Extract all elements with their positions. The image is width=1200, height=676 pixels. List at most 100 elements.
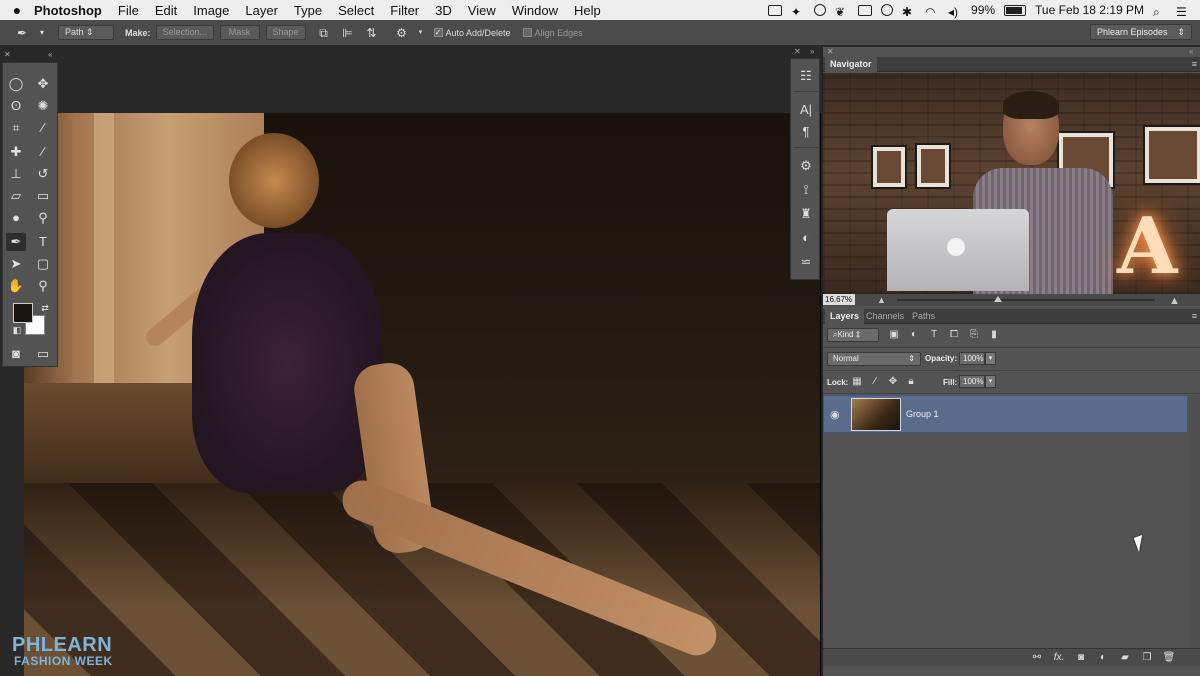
tab-channels[interactable]: Channels [861,309,909,324]
bluetooth-icon[interactable]: ✱ [902,5,916,19]
new-layer-icon[interactable]: ❐ [1139,651,1155,665]
preset-dropdown-icon[interactable]: ▾ [38,26,46,40]
make-shape-button[interactable]: Shape [265,25,306,40]
tab-navigator[interactable]: Navigator [825,57,877,72]
make-selection-button[interactable]: Selection... [155,25,214,40]
character-panel-icon[interactable]: A| [796,101,816,119]
layer-visibility-eye-icon[interactable]: ◉ [830,408,840,421]
eraser-tool-icon[interactable]: ▱ [6,187,26,205]
zoom-percent-field[interactable]: 16.67% [823,294,855,305]
menu-file[interactable]: File [118,3,139,18]
marquee-tool-icon[interactable]: ◯ [6,75,26,93]
layer-row[interactable]: ◉ Group 1 [823,395,1188,433]
layers-scrollbar[interactable] [1189,395,1200,648]
time-machine-icon[interactable] [881,4,894,16]
opacity-dropdown-icon[interactable]: ▾ [985,352,996,365]
gradient-tool-icon[interactable]: ▭ [33,187,53,205]
clock[interactable]: Tue Feb 18 2:19 PM [1035,3,1144,17]
panels-collapse-icon[interactable]: « [1189,47,1193,57]
tab-layers[interactable]: Layers [825,309,865,324]
navigator-preview[interactable]: A [823,73,1200,294]
spotlight-icon[interactable]: ⌕ [1153,5,1167,19]
filter-shape-icon[interactable]: ⧠ [947,328,961,342]
filter-toggle-icon[interactable]: ▮ [987,328,1001,342]
volume-icon[interactable]: ◂) [948,5,962,19]
swap-colors-icon[interactable]: ⇄ [35,299,55,317]
lock-transparent-icon[interactable]: ▦ [850,375,864,389]
auto-add-delete-checkbox[interactable]: ✓ [433,28,443,37]
lasso-tool-icon[interactable]: ʘ [6,97,26,115]
layer-name[interactable]: Group 1 [906,409,939,419]
menu-window[interactable]: Window [512,3,558,18]
type-tool-icon[interactable]: T [33,233,53,251]
filter-type-icon[interactable]: T [927,328,941,342]
quick-mask-icon[interactable]: ◙ [6,345,26,363]
clone-source-icon[interactable]: ♜ [796,205,816,223]
add-mask-icon[interactable]: ◙ [1073,651,1089,665]
new-group-icon[interactable]: ▰ [1117,651,1133,665]
lock-pixels-icon[interactable]: ∕ [868,375,882,389]
tab-paths[interactable]: Paths [907,309,940,324]
layer-thumbnail[interactable] [851,398,901,431]
dropbox-icon[interactable]: ✦ [791,5,805,19]
creative-cloud-icon[interactable] [814,4,827,16]
pen-tool-preset-icon[interactable]: ✒ [14,26,30,40]
menu-image[interactable]: Image [193,3,229,18]
facetime-icon[interactable] [768,4,783,16]
adjustments-panel-icon[interactable]: ◐ [796,229,816,247]
layer-style-fx-icon[interactable]: fx. [1051,651,1067,665]
app-menu[interactable]: Photoshop [34,3,102,18]
path-alignment-icon[interactable]: ⊫ [340,26,356,40]
blend-mode-select[interactable]: Normal ⇕ [827,352,921,366]
fill-field[interactable]: 100% [959,375,985,388]
battery-icon[interactable] [1004,4,1027,16]
wifi-icon[interactable]: ◠ [925,5,939,19]
clone-stamp-tool-icon[interactable]: ⊥ [6,165,26,183]
filter-pixel-icon[interactable]: ▣ [887,328,901,342]
filter-smart-object-icon[interactable]: ⎘ [967,328,981,342]
opacity-field[interactable]: 100% [959,352,985,365]
properties-panel-icon[interactable]: ⋍ [796,253,816,271]
eyedropper-tool-icon[interactable]: ⁄ [33,119,53,137]
crop-tool-icon[interactable]: ⌗ [6,119,26,137]
align-edges-checkbox[interactable] [522,28,532,37]
path-selection-tool-icon[interactable]: ➤ [6,255,26,273]
blur-tool-icon[interactable]: ● [6,209,26,227]
layers-menu-icon[interactable]: ≡ [1192,311,1197,321]
swatches-panel-icon[interactable]: ⚙ [796,157,816,175]
history-panel-icon[interactable]: ☷ [796,67,816,85]
menu-select[interactable]: Select [338,3,374,18]
foreground-color-swatch[interactable] [13,303,33,323]
settings-dropdown-icon[interactable]: ▾ [418,26,424,40]
menu-3d[interactable]: 3D [435,3,452,18]
menu-edit[interactable]: Edit [155,3,177,18]
menu-help[interactable]: Help [574,3,601,18]
path-operations-icon[interactable]: ⧉ [316,26,332,40]
path-arrangement-icon[interactable]: ⇅ [364,26,380,40]
tools-collapse-icon[interactable]: « [48,50,52,60]
evernote-icon[interactable]: ❦ [835,5,849,19]
dock-expand-icon[interactable]: » [810,47,814,57]
apple-menu-icon[interactable]: ● [0,2,34,18]
zoom-slider-thumb[interactable] [993,296,1002,302]
zoom-slider[interactable] [897,296,1155,302]
default-colors-icon[interactable]: ◧ [7,321,27,339]
document-image[interactable] [24,113,821,676]
link-layers-icon[interactable]: ⚯ [1029,651,1045,665]
fill-dropdown-icon[interactable]: ▾ [985,375,996,388]
brush-tool-icon[interactable]: ∕ [33,143,53,161]
pen-tool-icon[interactable]: ✒ [6,233,26,251]
history-brush-tool-icon[interactable]: ↺ [33,165,53,183]
pen-mode-select[interactable]: Path ⇕ [58,25,114,40]
quick-selection-tool-icon[interactable]: ✺ [33,97,53,115]
menu-view[interactable]: View [468,3,496,18]
zoom-tool-icon[interactable]: ⚲ [33,277,53,295]
zoom-out-icon[interactable]: ▲ [877,295,886,305]
lock-all-icon[interactable]: 🔒︎ [904,375,918,389]
tools-close-icon[interactable]: ✕ [4,50,11,60]
make-mask-button[interactable]: Mask [219,25,260,40]
filter-adjustment-icon[interactable]: ◐ [907,328,921,342]
layer-filter-select[interactable]: ⌕Kind ⇕ [827,328,879,342]
dodge-tool-icon[interactable]: ⚲ [33,209,53,227]
navigator-menu-icon[interactable]: ≡ [1192,59,1197,69]
